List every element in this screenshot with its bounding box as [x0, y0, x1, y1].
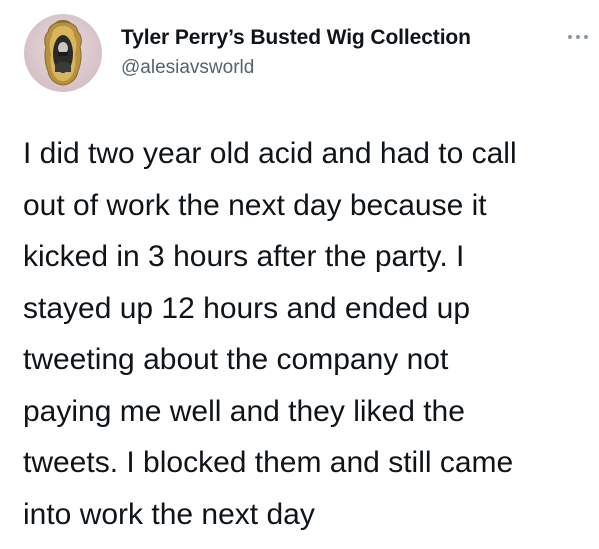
framed-portrait-icon	[44, 20, 82, 86]
tweet-text-line: tweets. I blocked them and still came	[23, 446, 514, 479]
tweet-text-line: stayed up 12 hours and ended up	[23, 291, 471, 325]
tweet-text-line: tweeting about the company not	[23, 343, 449, 376]
tweet-text-line: paying me well and they liked the	[23, 394, 465, 428]
tweet-text-line: I did two year old acid and had to call	[23, 137, 517, 170]
author-display-name[interactable]: Tyler Perry’s Busted Wig Collection	[121, 26, 471, 50]
avatar[interactable]	[24, 14, 102, 92]
tweet: Tyler Perry’s Busted Wig Collection @ale…	[0, 0, 599, 549]
tweet-text-line: into work the next day	[23, 497, 315, 531]
tweet-text-line: kicked in 3 hours after the party. I	[23, 240, 465, 273]
tweet-text-line: out of work the next day because it	[23, 188, 487, 222]
author-handle[interactable]: @alesiavsworld	[121, 57, 254, 79]
more-options-icon[interactable]	[566, 30, 590, 44]
tweet-text: I did two year old acid and had to call …	[23, 128, 593, 540]
